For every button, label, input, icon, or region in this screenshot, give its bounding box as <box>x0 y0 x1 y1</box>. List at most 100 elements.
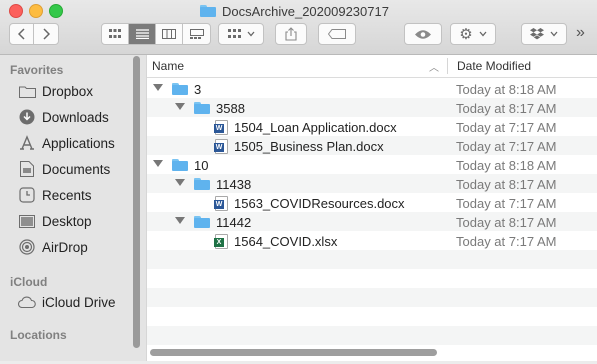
list-view-icon <box>135 29 149 39</box>
tags-button[interactable] <box>318 23 356 45</box>
date-modified: Today at 8:17 AM <box>456 176 557 192</box>
dropbox-icon <box>530 28 544 40</box>
folder-icon <box>194 215 210 229</box>
file-name-cell: 10 <box>172 156 208 174</box>
sidebar-item-recents[interactable]: Recents <box>18 184 92 206</box>
table-row[interactable]: X 1564_COVID.xlsx Today at 7:17 AM <box>147 231 597 250</box>
sort-ascending-icon: ︿ <box>429 63 439 74</box>
icon-view-icon <box>109 29 121 38</box>
file-name: 3588 <box>216 100 245 116</box>
action-menu-button[interactable]: ⚙ <box>450 23 496 45</box>
clock-icon <box>18 186 36 204</box>
file-name-cell: W 1563_COVIDResources.docx <box>214 194 405 212</box>
tag-icon <box>328 29 346 39</box>
table-row[interactable]: 3588 Today at 8:17 AM <box>147 98 597 117</box>
empty-row <box>147 288 597 307</box>
sidebar-heading-favorites: Favorites <box>10 63 64 77</box>
list-view-button[interactable] <box>129 24 156 44</box>
table-row[interactable]: 3 Today at 8:18 AM <box>147 79 597 98</box>
empty-row <box>147 269 597 288</box>
column-divider[interactable] <box>447 58 448 74</box>
date-modified: Today at 8:17 AM <box>456 214 557 230</box>
gallery-view-button[interactable] <box>183 24 210 44</box>
sidebar-scrollbar[interactable] <box>133 56 140 348</box>
sidebar-item-label: Recents <box>42 187 92 203</box>
file-name-cell: 11442 <box>194 213 251 231</box>
share-icon <box>285 27 297 41</box>
disclosure-triangle-icon[interactable] <box>153 84 163 91</box>
sidebar-item-downloads[interactable]: Downloads <box>18 106 109 128</box>
eye-icon <box>415 29 431 39</box>
empty-row <box>147 326 597 345</box>
file-name-cell: 3588 <box>194 99 245 117</box>
disclosure-triangle-icon[interactable] <box>175 217 185 224</box>
view-mode-control <box>101 23 211 45</box>
disclosure-triangle-icon[interactable] <box>153 160 163 167</box>
column-view-button[interactable] <box>156 24 183 44</box>
file-name: 10 <box>194 157 209 173</box>
table-row[interactable]: 10 Today at 8:18 AM <box>147 155 597 174</box>
date-modified: Today at 7:17 AM <box>456 233 557 249</box>
quick-look-button[interactable] <box>404 23 442 45</box>
date-modified: Today at 8:17 AM <box>456 100 557 116</box>
sidebar-item-label: Desktop <box>42 213 92 229</box>
chevron-right-icon <box>43 28 50 40</box>
share-button[interactable] <box>275 23 307 45</box>
airdrop-icon <box>18 238 36 256</box>
file-name: 1505_Business Plan.docx <box>234 138 384 154</box>
column-header-date-modified[interactable]: Date Modified <box>457 59 531 73</box>
icon-view-button[interactable] <box>102 24 129 44</box>
back-forward-control <box>9 23 59 45</box>
sidebar-item-documents[interactable]: Documents <box>18 158 110 180</box>
folder-icon <box>172 82 188 96</box>
gallery-view-icon <box>189 29 204 39</box>
zoom-window-button[interactable] <box>49 4 63 18</box>
folder-icon <box>194 177 210 191</box>
file-name: 11438 <box>216 176 252 192</box>
dropbox-menu-button[interactable] <box>521 23 567 45</box>
group-by-button[interactable] <box>218 23 264 45</box>
empty-row <box>147 307 597 326</box>
excel-spreadsheet-icon: X <box>214 233 228 249</box>
gear-icon: ⚙ <box>459 26 473 43</box>
horizontal-scrollbar[interactable] <box>150 349 437 356</box>
back-button[interactable] <box>10 24 35 44</box>
sidebar-heading-locations: Locations <box>10 328 67 342</box>
window-titlebar: DocsArchive_202009230717 ⚙ » <box>0 0 597 55</box>
close-window-button[interactable] <box>9 4 23 18</box>
table-row[interactable]: W 1504_Loan Application.docx Today at 7:17… <box>147 117 597 136</box>
date-modified: Today at 7:17 AM <box>456 195 557 211</box>
chevron-down-icon <box>550 31 558 37</box>
sidebar-item-label: Dropbox <box>42 83 94 99</box>
sidebar-item-label: iCloud Drive <box>42 294 116 310</box>
column-header-name[interactable]: Name <box>152 59 184 73</box>
minimize-window-button[interactable] <box>29 4 43 18</box>
word-document-icon: W <box>214 138 228 154</box>
file-name-cell: 11438 <box>194 175 251 193</box>
sidebar-item-airdrop[interactable]: AirDrop <box>18 236 88 258</box>
sidebar: Favorites Dropbox Downloads Applications… <box>0 55 146 361</box>
download-icon <box>18 108 36 126</box>
sidebar-item-dropbox[interactable]: Dropbox <box>18 80 93 102</box>
folder-icon <box>194 101 210 115</box>
sidebar-heading-icloud: iCloud <box>10 275 48 289</box>
sidebar-item-applications[interactable]: Applications <box>18 132 115 154</box>
window-title-text: DocsArchive_202009230717 <box>222 3 389 19</box>
table-row[interactable]: 11442 Today at 8:17 AM <box>147 212 597 231</box>
table-row[interactable]: 11438 Today at 8:17 AM <box>147 174 597 193</box>
toolbar-overflow-button[interactable]: » <box>576 24 585 42</box>
table-row[interactable]: W 1505_Business Plan.docx Today at 7:17 AM <box>147 136 597 155</box>
forward-button[interactable] <box>34 24 58 44</box>
chevron-left-icon <box>17 28 25 40</box>
file-list: Name ︿ Date Modified 3 Today at 8:18 AM 35… <box>146 55 597 361</box>
sidebar-item-icloud-drive[interactable]: iCloud Drive <box>18 291 116 313</box>
file-name-cell: W 1505_Business Plan.docx <box>214 137 384 155</box>
disclosure-triangle-icon[interactable] <box>175 179 185 186</box>
file-name: 11442 <box>216 214 252 230</box>
sidebar-item-desktop[interactable]: Desktop <box>18 210 92 232</box>
folder-icon <box>18 82 36 100</box>
disclosure-triangle-icon[interactable] <box>175 103 185 110</box>
chevron-down-icon <box>479 31 487 37</box>
date-modified: Today at 7:17 AM <box>456 119 557 135</box>
table-row[interactable]: W 1563_COVIDResources.docx Today at 7:17 A… <box>147 193 597 212</box>
